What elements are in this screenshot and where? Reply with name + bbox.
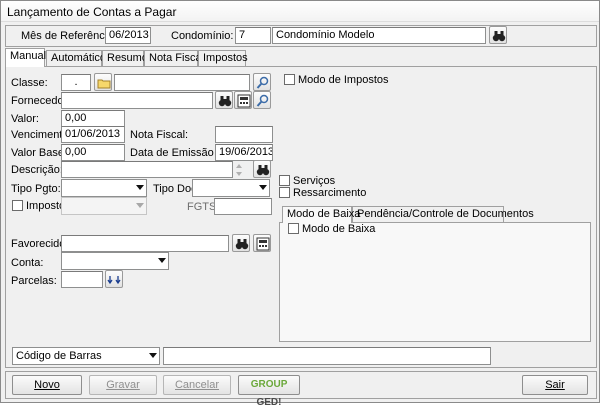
tab-automatico[interactable]: Automático	[46, 50, 106, 67]
valor-input[interactable]: 0,00	[61, 110, 125, 127]
favorecido-label: Favorecido:	[11, 238, 69, 250]
descricao-search-button[interactable]	[253, 160, 271, 178]
cancelar-button-label: Cancelar	[174, 379, 220, 391]
classe-search-button[interactable]	[253, 73, 271, 91]
imposto-select[interactable]	[61, 197, 147, 215]
fornecedor-lookup-button[interactable]	[253, 91, 271, 109]
valor-base-label: Valor Base:	[11, 147, 68, 159]
classe-label: Classe:	[11, 77, 48, 89]
tab-nota-fiscal[interactable]: Nota Fiscal	[144, 50, 204, 67]
binoculars-icon	[235, 239, 249, 250]
fornecedor-calculator-button[interactable]	[234, 91, 252, 109]
condominio-search-button[interactable]	[489, 26, 507, 44]
conta-label: Conta:	[11, 257, 44, 269]
spin-arrows-icon	[236, 164, 242, 176]
tab-impostos[interactable]: Impostos	[198, 50, 248, 67]
favorecido-calculator-button[interactable]	[253, 234, 271, 252]
binoculars-icon	[256, 165, 270, 176]
sair-button[interactable]: Sair	[522, 375, 588, 395]
magnifier-icon	[256, 76, 269, 89]
tipo-doc-select[interactable]	[192, 179, 270, 197]
sair-button-label: Sair	[545, 379, 565, 391]
conta-select[interactable]	[61, 252, 169, 270]
binoculars-icon	[218, 96, 232, 107]
parcelas-expand-button[interactable]	[105, 270, 123, 288]
subtab-pendencia[interactable]: Pendência/Controle de Documentos	[352, 206, 534, 223]
binoculars-icon	[492, 31, 506, 42]
descricao-spinner[interactable]	[234, 161, 244, 179]
nota-fiscal-label: Nota Fiscal:	[130, 129, 189, 141]
vencimento-input[interactable]: 01/06/2013	[61, 126, 125, 143]
gravar-button[interactable]: Gravar	[89, 375, 157, 395]
ressarcimento-label: Ressarcimento	[293, 187, 367, 199]
parcelas-input[interactable]	[61, 271, 103, 288]
subtab-modo-baixa[interactable]: Modo de Baixa	[282, 206, 360, 223]
novo-button-label: Novo	[34, 379, 60, 391]
favorecido-input[interactable]	[61, 235, 229, 252]
modo-impostos-checkbox[interactable]	[284, 74, 295, 85]
double-down-arrow-icon	[107, 276, 121, 285]
imposto-label: Imposto	[26, 200, 66, 212]
tipo-pgto-label: Tipo Pgto:	[11, 183, 61, 195]
modo-baixa-label: Modo de Baixa	[302, 223, 376, 235]
magnifier-icon	[256, 94, 269, 107]
chevron-down-icon	[136, 203, 144, 208]
tipo-pgto-select[interactable]	[61, 179, 147, 197]
valor-base-input[interactable]: 0,00	[61, 144, 125, 161]
chevron-down-icon	[259, 185, 267, 190]
classe-folder-button[interactable]	[94, 73, 112, 91]
condominio-code-input[interactable]: 7	[235, 27, 271, 44]
classe-code-input[interactable]: .	[61, 74, 91, 91]
condominio-name-input[interactable]: Condomínio Modelo	[272, 27, 486, 44]
descricao-input[interactable]	[61, 161, 233, 178]
gravar-button-label: Gravar	[106, 379, 140, 391]
servicos-checkbox[interactable]	[279, 175, 290, 186]
tab-resumo[interactable]: Resumo	[102, 50, 148, 67]
imposto-checkbox[interactable]	[12, 200, 23, 211]
barcode-input[interactable]	[163, 347, 491, 365]
cancelar-button[interactable]: Cancelar	[163, 375, 231, 395]
modo-baixa-panel	[279, 222, 591, 342]
calculator-icon	[256, 237, 270, 251]
main-window: Lançamento de Contas a Pagar Mês de Refe…	[0, 0, 600, 408]
window-title: Lançamento de Contas a Pagar	[7, 5, 177, 19]
mes-referencia-label: Mês de Referência:	[21, 30, 117, 42]
fornecedor-input[interactable]	[61, 92, 213, 109]
ged-group-text: GROUP	[250, 379, 288, 390]
parcelas-label: Parcelas:	[11, 275, 57, 287]
modo-baixa-checkbox[interactable]	[288, 223, 299, 234]
title-bar: Lançamento de Contas a Pagar	[1, 1, 599, 22]
valor-label: Valor:	[11, 113, 39, 125]
chevron-down-icon	[158, 258, 166, 263]
tab-manual[interactable]: Manual	[5, 48, 46, 67]
fgts-input[interactable]	[214, 198, 272, 215]
barcode-type-select[interactable]: Código de Barras	[12, 347, 160, 365]
fornecedor-search-button[interactable]	[215, 91, 233, 109]
chevron-down-icon	[149, 353, 157, 358]
chevron-down-icon	[136, 185, 144, 190]
ressarcimento-checkbox[interactable]	[279, 187, 290, 198]
mes-referencia-input[interactable]: 06/2013	[105, 27, 151, 44]
barcode-type-value: Código de Barras	[16, 350, 102, 362]
calculator-icon	[237, 94, 251, 108]
descricao-label: Descrição:	[11, 164, 63, 176]
modo-impostos-label: Modo de Impostos	[298, 74, 389, 86]
novo-button[interactable]: Novo	[12, 375, 82, 395]
folder-icon	[97, 79, 111, 89]
condominio-label: Condomínio:	[171, 30, 234, 42]
group-ged-button[interactable]: GROUP GED!	[238, 375, 300, 408]
favorecido-search-button[interactable]	[232, 234, 250, 252]
classe-desc-input[interactable]	[114, 74, 250, 91]
nota-fiscal-input[interactable]	[215, 126, 273, 143]
data-emissao-input[interactable]: 19/06/2013	[215, 144, 273, 161]
